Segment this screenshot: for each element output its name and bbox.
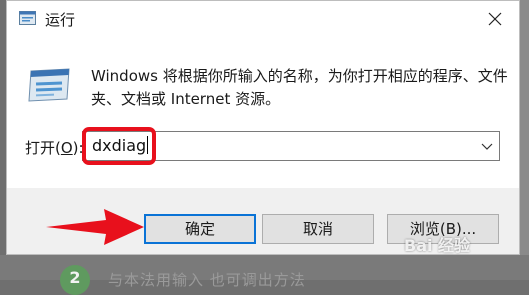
- dialog-description: Windows 将根据你所输入的名称，为你打开相应的程序、文件夹、文档或 Int…: [91, 67, 508, 108]
- close-icon: [488, 12, 502, 26]
- ok-button[interactable]: 确定: [144, 214, 256, 244]
- red-highlight-box: [82, 127, 156, 165]
- open-label-accesskey: O: [60, 139, 73, 157]
- open-label: 打开(O):: [25, 137, 84, 158]
- dialog-title: 运行: [45, 11, 76, 29]
- chevron-down-icon[interactable]: [481, 141, 493, 151]
- background-page: [520, 0, 529, 280]
- red-arrow-annotation: [46, 209, 144, 245]
- watermark: Bai 经验: [404, 236, 471, 255]
- step-number-badge: 2: [60, 265, 90, 295]
- open-label-text: 打开(: [25, 139, 61, 157]
- title-bar: 运行: [7, 1, 519, 37]
- run-icon: [28, 68, 70, 102]
- cancel-button[interactable]: 取消: [262, 214, 374, 244]
- close-button[interactable]: [479, 5, 511, 33]
- run-icon: [19, 11, 36, 25]
